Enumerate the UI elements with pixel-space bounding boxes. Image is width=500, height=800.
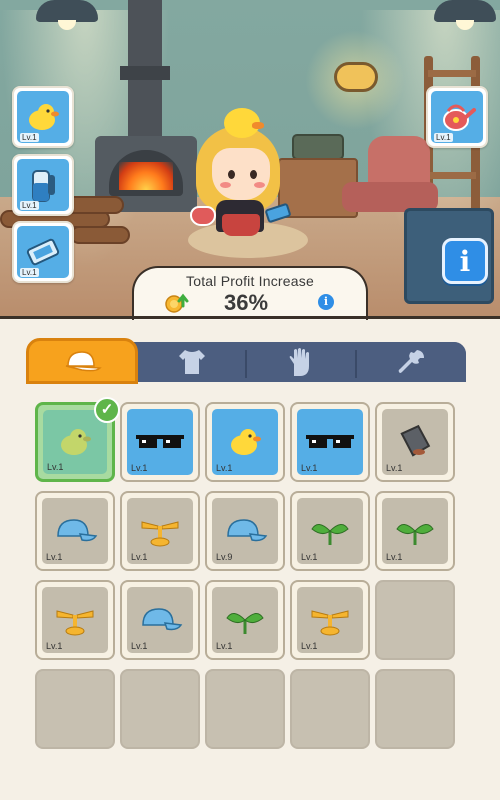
glove-icon — [289, 348, 309, 376]
level-label: Lv.1 — [131, 641, 148, 651]
inventory-slot[interactable]: Lv.1 — [290, 491, 370, 571]
empty-slot — [375, 580, 455, 660]
phone-icon — [26, 238, 60, 266]
inventory-slot[interactable]: Lv.1 — [35, 580, 115, 660]
fire-icon — [119, 162, 173, 190]
ceiling-lamp-right — [434, 0, 496, 30]
equipped-slot-tool[interactable]: Lv.1 — [426, 86, 488, 148]
shirt-icon — [179, 350, 205, 374]
level-label: Lv.1 — [131, 463, 148, 473]
level-label: Lv.1 — [216, 463, 233, 473]
sprout-icon — [226, 613, 264, 634]
cap-icon — [142, 608, 183, 631]
equipped-slot-hat[interactable]: Lv.1 — [12, 86, 74, 148]
info-button[interactable]: i — [442, 238, 488, 284]
inventory-slot[interactable]: Lv.9 — [205, 491, 285, 571]
cap-icon — [65, 351, 102, 372]
inventory-slot[interactable]: Lv.1 — [120, 402, 200, 482]
propeller-icon — [141, 521, 179, 547]
empty-slot — [120, 669, 200, 749]
level-label: Lv.1 — [20, 268, 39, 277]
equipped-slot-item[interactable]: Lv.1 — [12, 154, 74, 216]
cap-icon — [57, 519, 98, 542]
level-label: Lv.1 — [301, 641, 318, 651]
wrench-icon — [398, 350, 424, 373]
level-label: Lv.1 — [20, 133, 39, 142]
water-bottle-icon — [32, 170, 55, 202]
level-label: Lv.1 — [131, 552, 148, 562]
wall-window — [334, 62, 378, 92]
watering-can-icon — [190, 206, 216, 226]
empty-slot — [290, 669, 370, 749]
profit-value: 36% — [224, 290, 269, 315]
sprout-icon — [396, 524, 434, 545]
level-label: Lv.1 — [20, 201, 39, 210]
level-label: Lv.1 — [46, 552, 63, 562]
bucket-hat-icon — [400, 424, 431, 457]
empty-slot — [35, 669, 115, 749]
propeller-icon — [311, 610, 349, 636]
level-label: Lv.9 — [216, 552, 233, 562]
inventory-slot[interactable]: Lv.1 — [375, 402, 455, 482]
inventory-slot[interactable]: Lv.1 — [205, 402, 285, 482]
level-label: Lv.1 — [386, 463, 403, 473]
ceiling-lamp-left — [36, 0, 98, 30]
propeller-icon — [56, 610, 94, 636]
tab-gloves[interactable] — [247, 342, 355, 382]
equipped-check-icon: ✓ — [94, 397, 120, 423]
cap-icon — [227, 519, 268, 542]
inventory-slot[interactable]: Lv.1 — [120, 491, 200, 571]
inventory-slot[interactable]: Lv.1 — [375, 491, 455, 571]
player-character[interactable] — [190, 108, 296, 236]
scene-divider — [0, 316, 500, 319]
sprout-icon — [311, 524, 349, 545]
duck-hat-icon — [231, 429, 261, 455]
tab-clothes[interactable] — [138, 342, 246, 382]
watering-can-icon — [443, 104, 476, 131]
inventory-slot[interactable]: Lv.1 — [290, 580, 370, 660]
coin-up-icon — [165, 293, 189, 313]
level-label: Lv.1 — [301, 552, 318, 562]
level-label: Lv.1 — [216, 641, 233, 651]
equipped-slot-gadget[interactable]: Lv.1 — [12, 221, 74, 283]
radio — [292, 134, 344, 160]
profit-info-icon[interactable]: i — [318, 294, 334, 310]
profit-title: Total Profit Increase — [186, 273, 314, 289]
inventory-slot[interactable]: Lv.1 — [205, 580, 285, 660]
inventory-slot[interactable]: Lv.1 — [120, 580, 200, 660]
profit-banner: Total Profit Increase 36% i — [132, 266, 368, 320]
inventory-slot[interactable]: Lv.1 — [35, 491, 115, 571]
empty-slot — [205, 669, 285, 749]
sunglasses-icon — [136, 435, 184, 448]
level-label: Lv.1 — [46, 641, 63, 651]
empty-slot — [375, 669, 455, 749]
tab-hat[interactable] — [26, 338, 138, 384]
duck-hat-icon — [61, 429, 91, 455]
sunglasses-icon — [306, 435, 354, 448]
tab-tools[interactable] — [357, 342, 466, 382]
inventory-slot[interactable]: Lv.1 — [290, 402, 370, 482]
level-label: Lv.1 — [386, 552, 403, 562]
duck-hat-icon — [29, 104, 59, 130]
stove-pipe — [120, 0, 170, 142]
inventory-slot[interactable]: Lv.1 ✓ — [35, 397, 120, 482]
category-tabs — [26, 338, 466, 384]
level-label: Lv.1 — [47, 462, 64, 472]
level-label: Lv.1 — [434, 133, 453, 142]
level-label: Lv.1 — [301, 463, 318, 473]
